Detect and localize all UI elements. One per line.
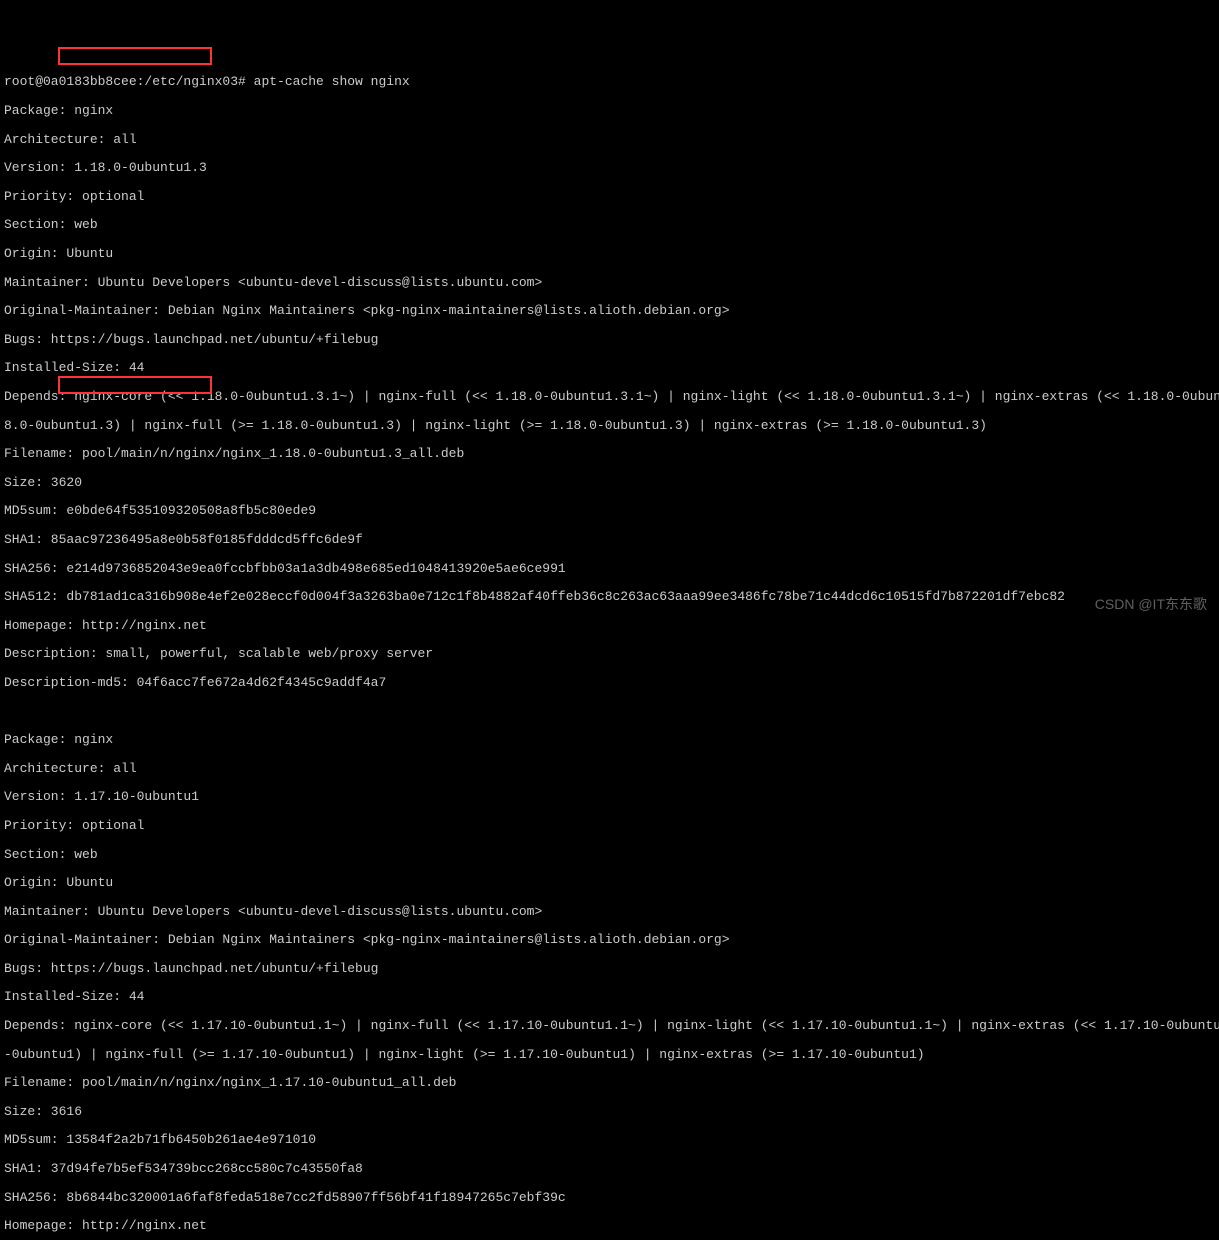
blank-line	[4, 705, 1215, 719]
output-line: Depends: nginx-core (<< 1.17.10-0ubuntu1…	[4, 1019, 1215, 1033]
prompt-line: root@0a0183bb8cee:/etc/nginx03# apt-cach…	[4, 75, 1215, 89]
output-line: Installed-Size: 44	[4, 361, 1215, 375]
output-line: Maintainer: Ubuntu Developers <ubuntu-de…	[4, 276, 1215, 290]
output-line: Size: 3620	[4, 476, 1215, 490]
output-line: SHA256: 8b6844bc320001a6faf8feda518e7cc2…	[4, 1191, 1215, 1205]
output-line: Architecture: all	[4, 762, 1215, 776]
output-line: MD5sum: e0bde64f535109320508a8fb5c80ede9	[4, 504, 1215, 518]
watermark: CSDN @IT东东歌	[1095, 597, 1207, 612]
output-line: Bugs: https://bugs.launchpad.net/ubuntu/…	[4, 962, 1215, 976]
output-line: Priority: optional	[4, 819, 1215, 833]
output-line: Homepage: http://nginx.net	[4, 619, 1215, 633]
terminal-output[interactable]: root@0a0183bb8cee:/etc/nginx03# apt-cach…	[4, 61, 1215, 1240]
output-line: Homepage: http://nginx.net	[4, 1219, 1215, 1233]
output-line: Origin: Ubuntu	[4, 876, 1215, 890]
output-line: -0ubuntu1) | nginx-full (>= 1.17.10-0ubu…	[4, 1048, 1215, 1062]
output-line: SHA512: db781ad1ca316b908e4ef2e028eccf0d…	[4, 590, 1215, 604]
output-line: SHA1: 85aac97236495a8e0b58f0185fdddcd5ff…	[4, 533, 1215, 547]
output-line: Installed-Size: 44	[4, 990, 1215, 1004]
output-line: Version: 1.17.10-0ubuntu1	[4, 790, 1215, 804]
output-line: Section: web	[4, 218, 1215, 232]
output-line: Priority: optional	[4, 190, 1215, 204]
output-line: SHA256: e214d9736852043e9ea0fccbfbb03a1a…	[4, 562, 1215, 576]
output-line: Original-Maintainer: Debian Nginx Mainta…	[4, 304, 1215, 318]
output-line: Filename: pool/main/n/nginx/nginx_1.18.0…	[4, 447, 1215, 461]
output-line: Description-md5: 04f6acc7fe672a4d62f4345…	[4, 676, 1215, 690]
output-line: MD5sum: 13584f2a2b71fb6450b261ae4e971010	[4, 1133, 1215, 1147]
output-line: Section: web	[4, 848, 1215, 862]
output-line: SHA1: 37d94fe7b5ef534739bcc268cc580c7c43…	[4, 1162, 1215, 1176]
output-line: Filename: pool/main/n/nginx/nginx_1.17.1…	[4, 1076, 1215, 1090]
output-line: Size: 3616	[4, 1105, 1215, 1119]
output-line: Version: 1.18.0-0ubuntu1.3	[4, 161, 1215, 175]
output-line: Original-Maintainer: Debian Nginx Mainta…	[4, 933, 1215, 947]
output-line: Bugs: https://bugs.launchpad.net/ubuntu/…	[4, 333, 1215, 347]
output-line: Package: nginx	[4, 104, 1215, 118]
output-line: Architecture: all	[4, 133, 1215, 147]
output-line: Depends: nginx-core (<< 1.18.0-0ubuntu1.…	[4, 390, 1215, 404]
output-line: Maintainer: Ubuntu Developers <ubuntu-de…	[4, 905, 1215, 919]
output-line: Package: nginx	[4, 733, 1215, 747]
output-line: Description: small, powerful, scalable w…	[4, 647, 1215, 661]
output-line: Origin: Ubuntu	[4, 247, 1215, 261]
output-line: 8.0-0ubuntu1.3) | nginx-full (>= 1.18.0-…	[4, 419, 1215, 433]
